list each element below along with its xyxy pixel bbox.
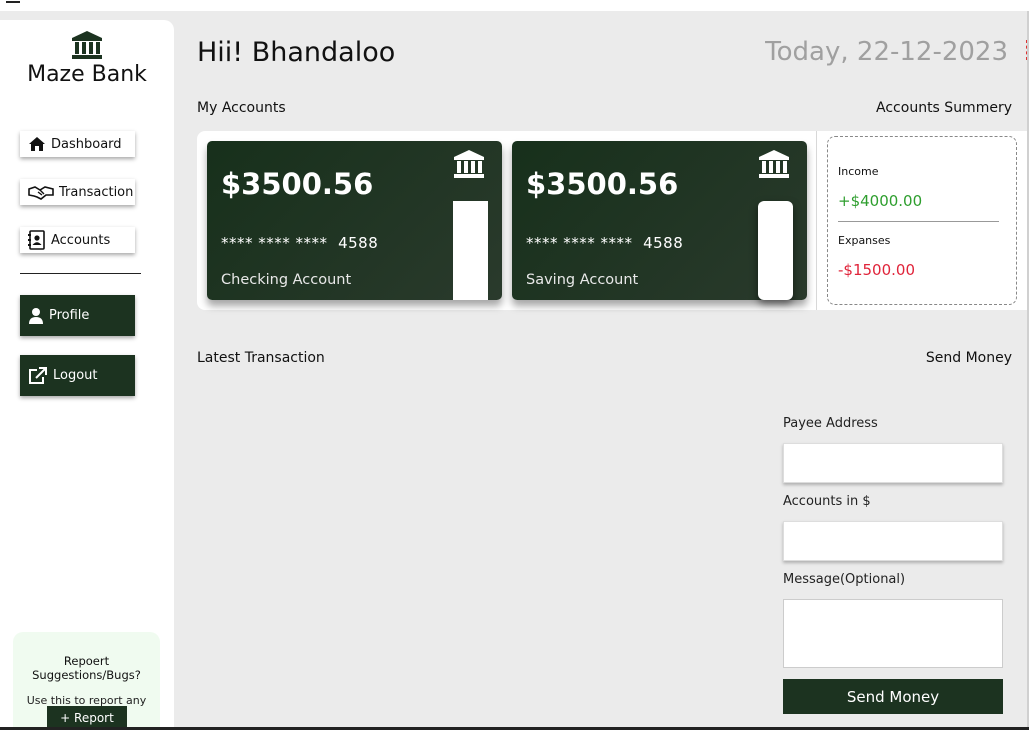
bank-icon bbox=[452, 149, 486, 183]
send-money-heading: Send Money bbox=[925, 350, 1012, 366]
handshake-icon bbox=[28, 186, 54, 200]
card-stripe bbox=[758, 201, 793, 300]
payee-address-input[interactable] bbox=[783, 443, 1003, 483]
card-balance: $3500.56 bbox=[526, 167, 679, 201]
bank-icon bbox=[757, 149, 791, 183]
income-value: +$4000.00 bbox=[838, 192, 923, 210]
card-type: Checking Account bbox=[221, 272, 352, 288]
contact-book-icon bbox=[28, 230, 45, 250]
report-panel: Repoert Suggestions/Bugs? Use this to re… bbox=[13, 632, 160, 730]
report-title: Repoert Suggestions/Bugs? bbox=[32, 654, 141, 682]
nav-accounts-button[interactable]: Accounts bbox=[20, 227, 135, 253]
profile-button[interactable]: Profile bbox=[20, 295, 135, 336]
logout-label: Logout bbox=[53, 368, 98, 383]
external-link-icon bbox=[29, 366, 47, 384]
nav-accounts-label: Accounts bbox=[51, 232, 111, 248]
amount-label: Accounts in $ bbox=[783, 494, 871, 509]
payee-label: Payee Address bbox=[783, 416, 878, 431]
checking-account-card[interactable]: $3500.56 **** **** **** 4588 Checking Ac… bbox=[207, 141, 502, 300]
card-number: **** **** **** 4588 bbox=[221, 234, 379, 252]
summary-divider bbox=[838, 221, 999, 222]
nav-transaction-label: Transaction bbox=[59, 184, 134, 200]
saving-account-card[interactable]: $3500.56 **** **** **** 4588 Saving Acco… bbox=[512, 141, 807, 300]
sidebar: Maze Bank Dashboard Transaction Accounts bbox=[0, 20, 174, 730]
accounts-summary-heading: Accounts Summery bbox=[876, 100, 1012, 116]
nav-transaction-button[interactable]: Transaction bbox=[20, 179, 135, 205]
greeting: Hii! Bhandaloo bbox=[197, 37, 396, 68]
message-input[interactable] bbox=[783, 599, 1003, 668]
logout-button[interactable]: Logout bbox=[20, 355, 135, 396]
card-balance: $3500.56 bbox=[221, 167, 374, 201]
sidebar-divider bbox=[20, 273, 141, 274]
user-icon bbox=[29, 307, 43, 324]
message-label: Message(Optional) bbox=[783, 572, 906, 587]
accounts-panel: $3500.56 **** **** **** 4588 Checking Ac… bbox=[197, 131, 1029, 310]
home-icon bbox=[29, 137, 45, 151]
my-accounts-heading: My Accounts bbox=[197, 100, 286, 116]
expenses-label: Expanses bbox=[838, 234, 891, 247]
card-number: **** **** **** 4588 bbox=[526, 234, 684, 252]
card-stripe bbox=[453, 201, 488, 300]
nav-dashboard-button[interactable]: Dashboard bbox=[20, 131, 135, 157]
brand-logo: Maze Bank bbox=[0, 30, 174, 87]
bank-icon bbox=[70, 30, 104, 60]
nav-dashboard-label: Dashboard bbox=[51, 136, 122, 152]
window-menu-icon[interactable] bbox=[6, 0, 20, 3]
latest-transaction-heading: Latest Transaction bbox=[197, 350, 325, 366]
profile-label: Profile bbox=[49, 308, 90, 323]
income-label: Income bbox=[838, 165, 879, 178]
today-date: Today, 22-12-2023 bbox=[765, 37, 1008, 67]
panel-separator bbox=[816, 131, 817, 310]
window-top-bar bbox=[0, 0, 1029, 11]
send-money-button[interactable]: Send Money bbox=[783, 679, 1003, 714]
card-type: Saving Account bbox=[526, 272, 639, 288]
accounts-summary-box: Income +$4000.00 Expanses -$1500.00 bbox=[827, 136, 1017, 305]
expenses-value: -$1500.00 bbox=[838, 261, 915, 279]
brand-name: Maze Bank bbox=[27, 62, 147, 87]
amount-input[interactable] bbox=[783, 521, 1003, 561]
